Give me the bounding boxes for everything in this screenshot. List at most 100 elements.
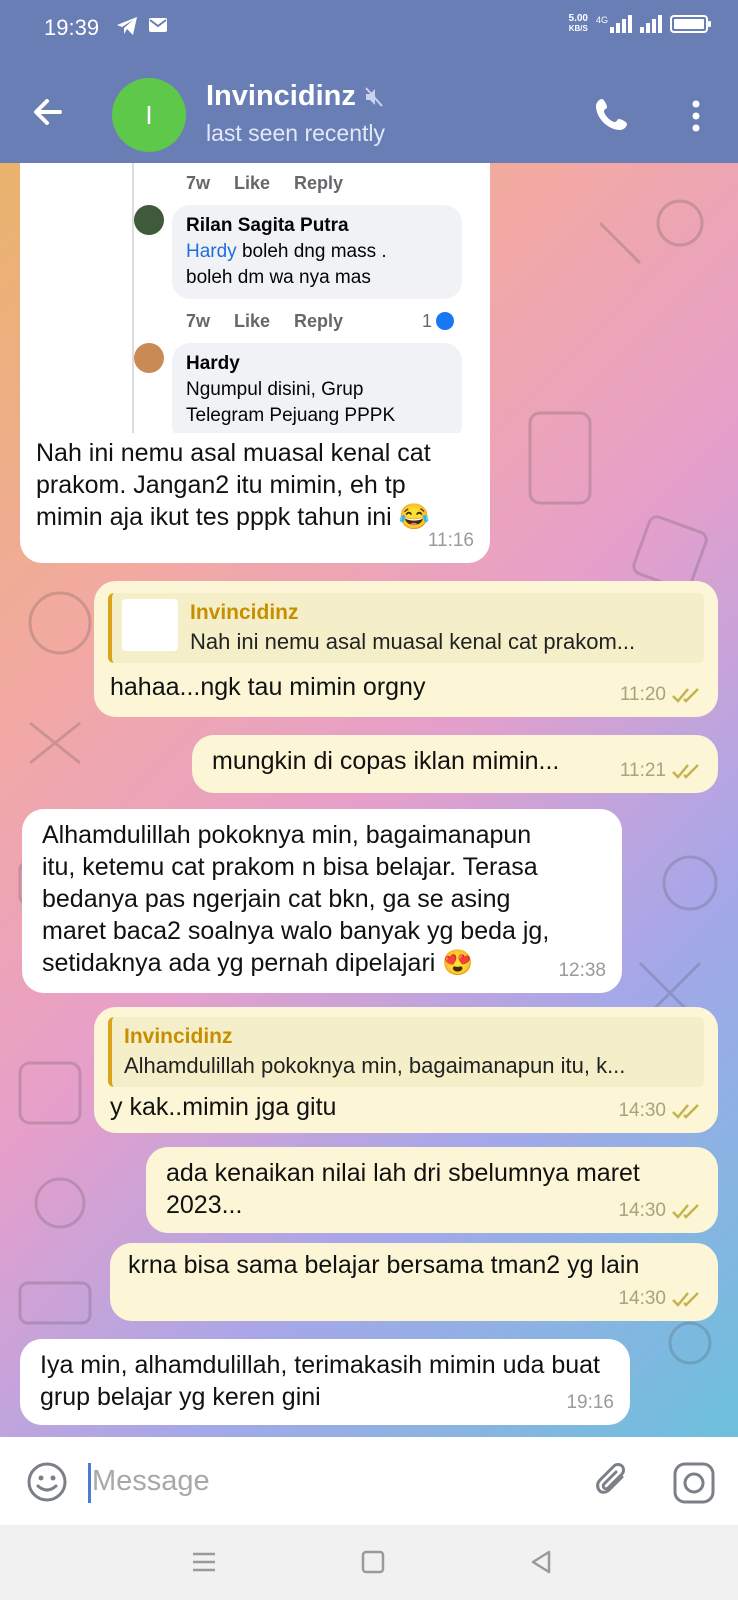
fb-age: 7w — [186, 173, 211, 193]
message-bubble-outgoing[interactable]: mungkin di copas iklan mimin... 11:21 — [192, 735, 718, 793]
message-time: 14:30 — [618, 1100, 666, 1121]
message-text: hahaa...ngk tau mimin orgny — [110, 673, 426, 701]
message-bubble-incoming[interactable]: 7w Like Reply Rilan Sagita Putra Hardy b… — [20, 163, 490, 563]
chat-avatar[interactable]: I — [112, 78, 186, 152]
paperclip-icon[interactable] — [590, 1459, 634, 1503]
message-text: krna bisa sama belajar bersama tman2 yg … — [128, 1251, 640, 1279]
signal-1-icon — [610, 15, 632, 33]
fb-comment-text: Ngumpul disini, Grup — [186, 379, 364, 400]
net-speed: 5.00 KB/S — [569, 14, 588, 34]
chat-messages-area[interactable]: 7w Like Reply Rilan Sagita Putra Hardy b… — [0, 163, 738, 1437]
fb-reply-link: Reply — [294, 311, 344, 331]
smiley-icon[interactable] — [26, 1461, 68, 1503]
back-triangle-icon[interactable] — [526, 1547, 556, 1577]
fb-comment: Rilan Sagita Putra Hardy boleh dng mass … — [172, 205, 462, 299]
reply-quote[interactable]: Invincidinz Nah ini nemu asal muasal ken… — [108, 593, 704, 663]
double-check-icon — [672, 1204, 699, 1219]
chat-subtitle: last seen recently — [206, 120, 385, 146]
message-time: 11:16 — [427, 530, 474, 551]
fb-like-link: Like — [234, 173, 271, 193]
fb-age: 7w — [186, 311, 211, 331]
message-meta: 11:20 — [620, 679, 702, 711]
message-text: Alhamdulillah pokoknya min, bagaimanapun… — [42, 821, 550, 977]
message-input[interactable] — [92, 1457, 552, 1505]
message-time: 11:21 — [619, 760, 666, 781]
chat-title-text: Invincidinz — [206, 80, 356, 112]
message-meta: 14:30 — [618, 1095, 702, 1127]
fb-comment: Hardy Ngumpul disini, Grup Telegram Peju… — [172, 343, 462, 433]
fb-comment-text: boleh dng mass . — [236, 241, 387, 262]
home-icon[interactable] — [358, 1547, 388, 1577]
reply-quote[interactable]: Invincidinz Alhamdulillah pokoknya min, … — [108, 1017, 704, 1087]
mail-notification-icon — [149, 18, 167, 32]
reply-text: Nah ini nemu asal muasal kenal cat prako… — [190, 629, 636, 654]
phone-icon[interactable] — [594, 96, 630, 132]
battery-icon — [670, 15, 711, 33]
fb-like-link: Like — [234, 311, 271, 331]
message-meta: 14:30 — [618, 1283, 702, 1315]
muted-speaker-icon — [365, 86, 383, 107]
reply-author: Invincidinz — [190, 601, 299, 624]
chat-title[interactable]: Invincidinz — [206, 80, 384, 113]
fb-comment-author: Rilan Sagita Putra — [186, 215, 349, 236]
reply-author: Invincidinz — [124, 1025, 233, 1048]
camera-icon[interactable] — [672, 1461, 716, 1505]
fb-comment-meta: 7w Like Reply — [186, 305, 343, 337]
avatar — [134, 205, 164, 235]
message-text: y kak..mimin jga gitu — [110, 1093, 337, 1121]
fb-like-count-value: 1 — [422, 311, 433, 331]
menu-icon[interactable] — [189, 1547, 219, 1577]
avatar-initial: I — [145, 99, 153, 130]
message-text: Nah ini nemu asal muasal kenal cat prako… — [36, 439, 431, 531]
system-navigation-bar — [0, 1525, 738, 1600]
message-meta: 14:30 — [618, 1195, 702, 1227]
net-speed-unit: KB/S — [568, 24, 588, 33]
message-bubble-outgoing[interactable]: Invincidinz Nah ini nemu asal muasal ken… — [94, 581, 718, 717]
message-text: Iya min, alhamdulillah, terimakasih mimi… — [40, 1351, 600, 1411]
back-arrow-icon[interactable] — [28, 92, 68, 132]
network-type-label: 4G — [595, 15, 608, 25]
double-check-icon — [672, 1292, 699, 1307]
more-vertical-icon[interactable] — [680, 96, 712, 136]
notification-icons — [116, 16, 168, 36]
thread-line — [132, 163, 134, 433]
status-bar: 19:39 5.00 KB/S 4G — [0, 0, 738, 58]
message-time: 14:30 — [618, 1200, 666, 1221]
message-image[interactable]: 7w Like Reply Rilan Sagita Putra Hardy b… — [20, 163, 490, 433]
status-time: 19:39 — [44, 15, 100, 40]
reply-text: Alhamdulillah pokoknya min, bagaimanapun… — [124, 1053, 626, 1078]
text-cursor — [88, 1463, 91, 1503]
message-meta: 11:21 — [620, 755, 702, 787]
system-status-icons: 5.00 KB/S 4G — [569, 14, 711, 34]
double-check-icon — [672, 764, 699, 779]
fb-reply-link: Reply — [294, 173, 344, 193]
message-text: ada kenaikan nilai lah dri sbelumnya mar… — [166, 1159, 640, 1219]
message-bubble-incoming[interactable]: Iya min, alhamdulillah, terimakasih mimi… — [20, 1339, 630, 1425]
double-check-icon — [672, 1104, 699, 1119]
reply-thumbnail — [122, 599, 178, 651]
fb-comment-text: boleh dm wa nya mas — [186, 267, 371, 288]
message-bubble-outgoing[interactable]: Invincidinz Alhamdulillah pokoknya min, … — [94, 1007, 718, 1133]
fb-mention: Hardy — [186, 241, 237, 262]
message-composer — [0, 1437, 738, 1525]
message-bubble-incoming[interactable]: Alhamdulillah pokoknya min, bagaimanapun… — [22, 809, 622, 993]
chat-header: 19:39 5.00 KB/S 4G I Invincidinz last se… — [0, 0, 738, 163]
fb-like-count: 1 — [422, 305, 455, 337]
message-meta: 19:16 — [566, 1387, 614, 1419]
message-time: 14:30 — [618, 1288, 666, 1309]
fb-comment-meta: 7w Like Reply — [186, 167, 343, 199]
message-bubble-outgoing[interactable]: krna bisa sama belajar bersama tman2 yg … — [110, 1243, 718, 1321]
fb-comment-text: Telegram Pejuang PPPK — [186, 405, 396, 426]
message-meta: 11:16 — [428, 525, 474, 557]
message-time: 12:38 — [558, 960, 606, 981]
message-meta: 12:38 — [558, 955, 606, 987]
avatar — [134, 343, 164, 373]
signal-2-icon — [640, 15, 662, 33]
double-check-icon — [672, 688, 699, 703]
message-time: 11:20 — [619, 684, 666, 705]
fb-comment-author: Hardy — [186, 353, 240, 374]
message-bubble-outgoing[interactable]: ada kenaikan nilai lah dri sbelumnya mar… — [146, 1147, 718, 1233]
thumbs-up-icon — [436, 312, 455, 330]
net-speed-value: 5.00 — [568, 13, 588, 24]
telegram-notification-icon — [117, 17, 137, 35]
